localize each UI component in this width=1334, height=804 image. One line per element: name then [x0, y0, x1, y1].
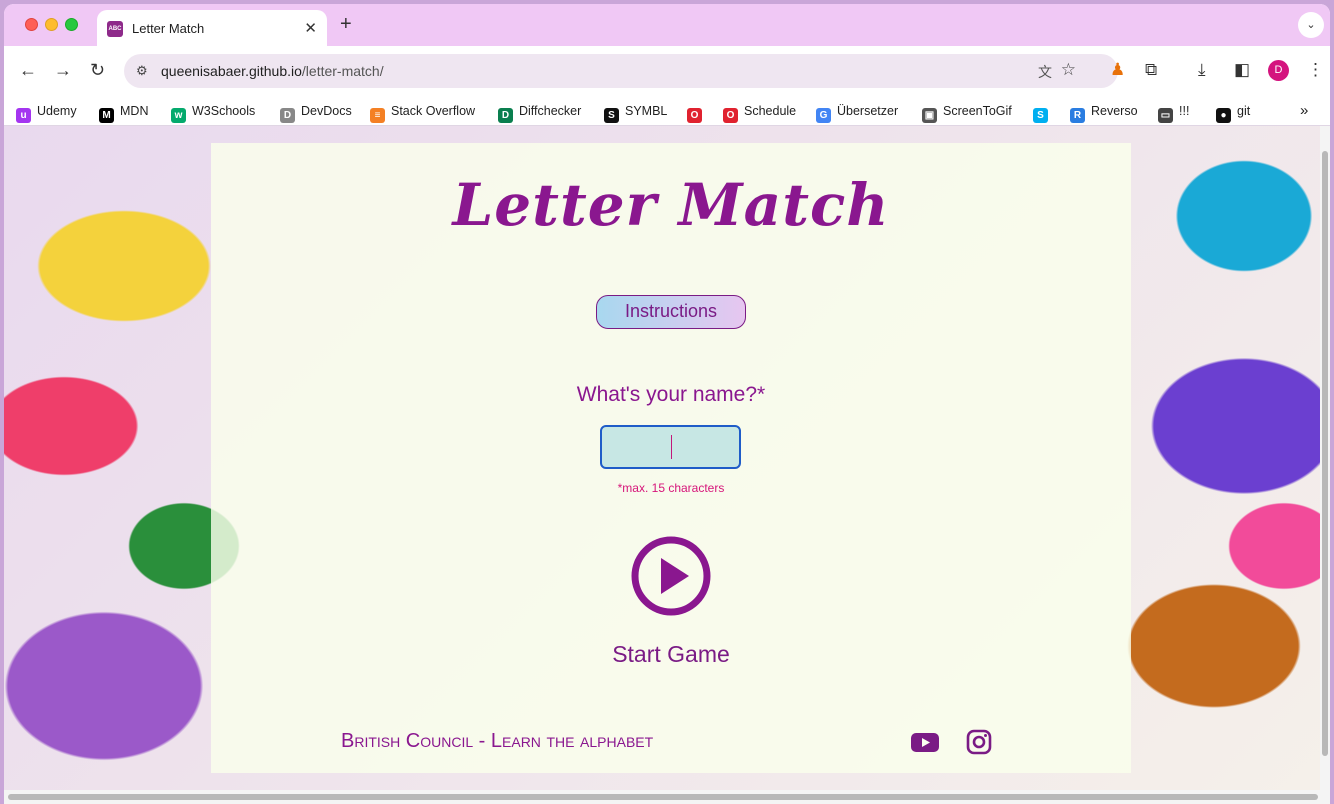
browser-toolbar: ← → ↻ ⚙ queenisabaer.github.io/letter-ma…	[4, 46, 1330, 96]
diffchecker-icon: D	[498, 108, 513, 123]
name-label: What's your name?*	[576, 383, 766, 406]
bookmark-label: Diffchecker	[519, 104, 582, 118]
play-icon[interactable]	[630, 535, 712, 617]
url-path: /letter-match/	[301, 63, 384, 79]
stackoverflow-icon: ≡	[370, 108, 385, 123]
vertical-scrollbar[interactable]	[1320, 126, 1330, 790]
bookmark-item[interactable]: u Udemy	[16, 101, 77, 123]
mdn-icon: M	[99, 108, 114, 123]
bookmark-item[interactable]: O Schedule	[723, 101, 797, 123]
github-icon: ●	[1216, 108, 1231, 123]
bookmark-label: Udemy	[37, 104, 77, 118]
bookmarks-bar: u Udemy M MDN w W3Schools D DevDocs ≡ Stack Overf…	[4, 96, 1330, 126]
tab-search-button[interactable]: ⌄	[1298, 12, 1324, 38]
horizontal-scrollbar-thumb[interactable]	[8, 794, 1318, 800]
download-icon[interactable]: ⤓	[1198, 60, 1206, 80]
bookmark-label: SYMBL	[625, 104, 668, 118]
bookmark-item[interactable]: D DevDocs	[280, 101, 352, 123]
youtube-icon[interactable]	[911, 728, 939, 756]
extension-icon[interactable]: ♟	[1110, 60, 1125, 80]
bookmark-label: git	[1237, 104, 1251, 118]
bookmark-label: MDN	[120, 104, 149, 118]
address-bar[interactable]: ⚙ queenisabaer.github.io/letter-match/ 文…	[124, 54, 1118, 88]
name-input[interactable]	[600, 425, 741, 469]
bookmark-item[interactable]: M MDN	[99, 101, 149, 123]
forward-arrow-icon[interactable]: →	[54, 60, 72, 80]
favicon-icon: ABC	[107, 21, 123, 37]
minimize-window-button[interactable]	[45, 18, 58, 31]
opera-icon: O	[687, 108, 702, 123]
bookmark-item[interactable]: O	[687, 101, 708, 123]
schedule-icon: O	[723, 108, 738, 123]
symbl-icon: S	[604, 108, 619, 123]
bookmark-item[interactable]: ● git	[1216, 101, 1251, 123]
tab-title: Letter Match	[132, 21, 205, 36]
bookmark-label: W3Schools	[192, 104, 256, 118]
devdocs-icon: D	[280, 108, 295, 123]
bookmark-item[interactable]: ▭!!!	[1158, 101, 1190, 123]
w3schools-icon: w	[171, 108, 186, 123]
translate-icon: G	[816, 108, 831, 123]
start-game-label[interactable]: Start Game	[211, 641, 1131, 668]
game-panel: Letter Match Instructions What's your na…	[211, 143, 1131, 773]
bookmark-label: !!!	[1179, 104, 1190, 118]
tab-letter-match[interactable]: ABC Letter Match ✕	[97, 10, 327, 46]
reverso-icon: R	[1070, 108, 1085, 123]
bookmark-label: ScreenToGif	[943, 104, 1012, 118]
url-host: queenisabaer.github.io	[161, 63, 302, 79]
translate-icon[interactable]: 文	[1038, 62, 1052, 82]
bookmark-item[interactable]: D Diffchecker	[498, 101, 582, 123]
bookmark-item[interactable]: S SYMBL	[604, 101, 668, 123]
back-arrow-icon[interactable]: ←	[19, 60, 37, 80]
instructions-button[interactable]: Instructions	[596, 295, 746, 329]
site-info-icon[interactable]: ⚙	[136, 63, 148, 79]
tab-close-icon[interactable]: ✕	[304, 19, 317, 37]
bookmark-label: Stack Overflow	[391, 104, 476, 118]
folder-icon: ▭	[1158, 108, 1173, 123]
instagram-icon[interactable]	[965, 728, 993, 756]
bookmark-item[interactable]: S	[1033, 101, 1054, 123]
page-viewport: Letter Match Instructions What's your na…	[4, 126, 1324, 790]
bookmark-label: Reverso	[1091, 104, 1138, 118]
browser-window: ABC Letter Match ✕ + ⌄ ← → ↻ ⚙ queenisab…	[4, 4, 1330, 804]
profile-avatar[interactable]: D	[1268, 60, 1289, 81]
text-caret	[671, 435, 672, 459]
screentogif-icon: ▣	[922, 108, 937, 123]
bookmark-item[interactable]: w W3Schools	[171, 101, 256, 123]
menu-kebab-icon[interactable]: ⋮	[1307, 60, 1324, 80]
url-text[interactable]: queenisabaer.github.io/letter-match/	[161, 63, 384, 79]
footer-credit-link[interactable]: British Council - Learn the alphabet	[341, 730, 653, 753]
bookmark-item[interactable]: ≡ Stack Overflow	[370, 101, 476, 123]
bookmarks-overflow-icon[interactable]: »	[1300, 101, 1308, 121]
udemy-icon: u	[16, 108, 31, 123]
reload-icon[interactable]: ↻	[90, 60, 105, 80]
extensions-puzzle-icon[interactable]: ⧉	[1145, 60, 1157, 80]
skype-icon: S	[1033, 108, 1048, 123]
bookmark-item[interactable]: G Übersetzer	[816, 101, 899, 123]
vertical-scrollbar-thumb[interactable]	[1322, 151, 1328, 756]
bookmark-item[interactable]: R Reverso	[1070, 101, 1138, 123]
bookmark-label: DevDocs	[301, 104, 352, 118]
bookmark-star-icon[interactable]: ☆	[1061, 60, 1076, 80]
close-window-button[interactable]	[25, 18, 38, 31]
name-max-note: *max. 15 characters	[617, 481, 725, 495]
tab-strip: ABC Letter Match ✕ + ⌄	[4, 4, 1330, 46]
horizontal-scrollbar[interactable]	[4, 790, 1330, 804]
bookmark-label: Schedule	[744, 104, 797, 118]
side-panel-icon[interactable]: ◧	[1234, 60, 1250, 80]
page-title: Letter Match	[452, 171, 890, 239]
bookmark-item[interactable]: ▣ ScreenToGif	[922, 101, 1012, 123]
bookmark-label: Übersetzer	[837, 104, 899, 118]
maximize-window-button[interactable]	[65, 18, 78, 31]
new-tab-button[interactable]: +	[340, 13, 352, 36]
